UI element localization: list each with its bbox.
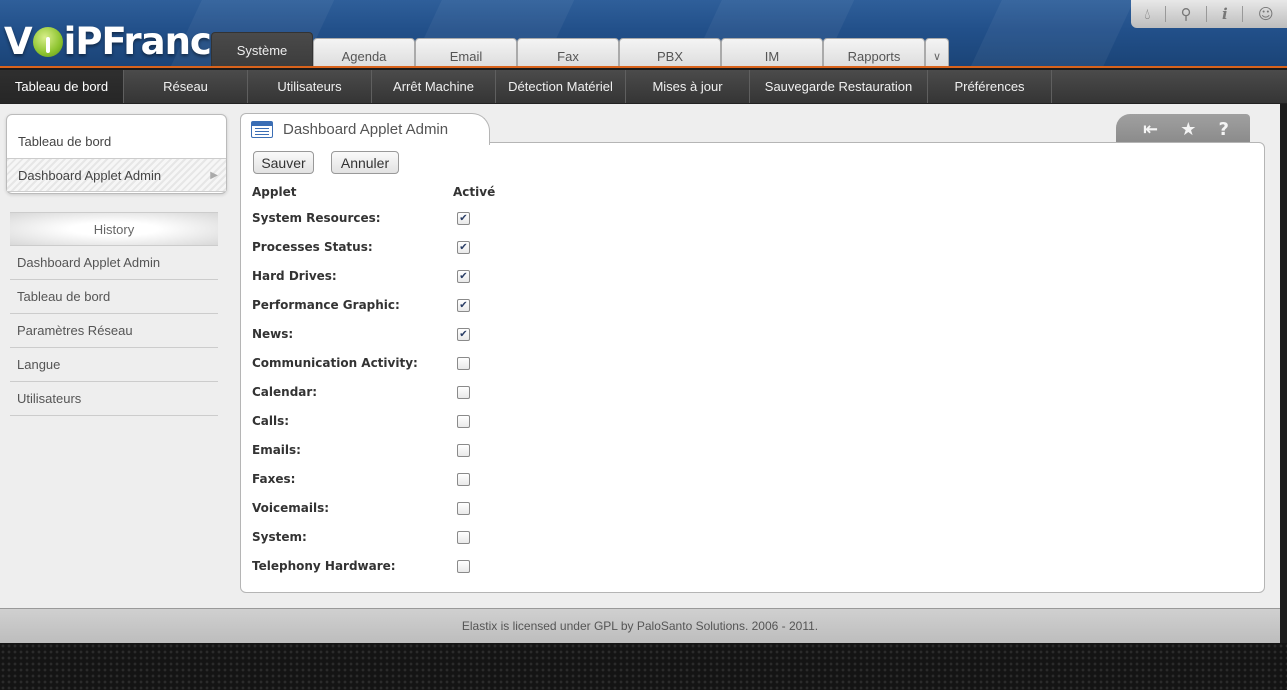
list-icon	[251, 121, 273, 138]
left-menu-item-dashboard-applet-admin[interactable]: Dashboard Applet Admin ▶	[7, 158, 226, 192]
tab-agenda[interactable]: Agenda	[313, 38, 415, 66]
subnav-tableau-de-bord[interactable]: Tableau de bord	[0, 70, 124, 103]
applet-checkbox[interactable]	[457, 386, 470, 399]
module-tabs: Système Agenda Email Fax PBX IM Rapports…	[211, 32, 949, 66]
applet-label: Voicemails:	[252, 501, 330, 515]
history-item[interactable]: Dashboard Applet Admin	[10, 246, 218, 280]
history-item[interactable]: Paramètres Réseau	[10, 314, 218, 348]
applet-checkbox[interactable]: ✔	[457, 241, 470, 254]
applet-checkbox[interactable]: ✔	[457, 212, 470, 225]
help-icon[interactable]: ?	[1218, 119, 1228, 140]
voipfrance-logo[interactable]: ViPFrance	[4, 18, 236, 66]
history-title: History	[10, 212, 218, 246]
subnav-reseau[interactable]: Réseau	[124, 70, 248, 103]
subnav-sauvegarde-restauration[interactable]: Sauvegarde Restauration	[750, 70, 928, 103]
background-pattern	[0, 643, 1287, 690]
star-icon[interactable]: ★	[1180, 119, 1196, 140]
applet-checkbox[interactable]	[457, 357, 470, 370]
tab-rapports[interactable]: Rapports	[823, 38, 925, 66]
subnav-arret-machine[interactable]: Arrêt Machine	[372, 70, 496, 103]
search-icon[interactable]: ⚲	[1181, 5, 1192, 23]
page-edge	[1280, 104, 1287, 643]
tab-systeme[interactable]: Système	[211, 32, 313, 66]
applet-label: Faxes:	[252, 472, 296, 486]
applet-checkbox[interactable]: ✔	[457, 270, 470, 283]
applet-checkbox[interactable]	[457, 415, 470, 428]
applet-checkbox[interactable]	[457, 560, 470, 573]
history-item[interactable]: Langue	[10, 348, 218, 382]
applet-label: Calls:	[252, 414, 290, 428]
column-header-active: Activé	[453, 185, 496, 199]
tab-email[interactable]: Email	[415, 38, 517, 66]
tab-fax[interactable]: Fax	[517, 38, 619, 66]
applet-checkbox[interactable]	[457, 444, 470, 457]
divider	[1242, 6, 1244, 22]
applet-label: Telephony Hardware:	[252, 559, 396, 573]
user-icon[interactable]: ☺	[1258, 5, 1274, 23]
divider	[1206, 6, 1208, 22]
applet-label: Calendar:	[252, 385, 318, 399]
footer: Elastix is licensed under GPL by PaloSan…	[0, 608, 1280, 643]
footer-text: Elastix is licensed under GPL by PaloSan…	[461, 619, 819, 633]
panel-toolbar: ⇤ ★ ?	[1116, 114, 1250, 144]
drop-icon[interactable]: 💧︎	[1144, 5, 1150, 23]
left-menu-item-label: Dashboard Applet Admin	[18, 167, 162, 183]
left-menu: Tableau de bord Dashboard Applet Admin ▶	[6, 114, 227, 194]
applet-checkbox[interactable]	[457, 531, 470, 544]
top-header: ViPFrance 💧︎ ⚲ i ☺ Système Agenda Email …	[0, 0, 1287, 68]
divider	[1165, 6, 1166, 22]
sub-navigation: Tableau de bord Réseau Utilisateurs Arrê…	[0, 70, 1287, 104]
applet-checkbox[interactable]	[457, 502, 470, 515]
applet-label: Processes Status:	[252, 240, 373, 254]
collapse-icon[interactable]: ⇤	[1143, 119, 1158, 140]
applet-label: News:	[252, 327, 294, 341]
tab-pbx[interactable]: PBX	[619, 38, 721, 66]
tree-logo-icon	[32, 27, 63, 57]
panel-tab: Dashboard Applet Admin	[240, 113, 490, 145]
applet-checkbox[interactable]: ✔	[457, 328, 470, 341]
history-list: History Dashboard Applet Admin Tableau d…	[10, 212, 218, 416]
save-button[interactable]: Sauver	[253, 151, 314, 174]
applet-label: System Resources:	[252, 211, 381, 225]
subnav-detection-materiel[interactable]: Détection Matériel	[496, 70, 626, 103]
applet-label: Communication Activity:	[252, 356, 418, 370]
applet-checkbox[interactable]: ✔	[457, 299, 470, 312]
tab-im[interactable]: IM	[721, 38, 823, 66]
applet-label: Hard Drives:	[252, 269, 337, 283]
subnav-utilisateurs[interactable]: Utilisateurs	[248, 70, 372, 103]
subnav-mises-a-jour[interactable]: Mises à jour	[626, 70, 750, 103]
subnav-preferences[interactable]: Préférences	[928, 70, 1052, 103]
applet-label: Emails:	[252, 443, 301, 457]
cancel-button[interactable]: Annuler	[331, 151, 399, 174]
chevron-down-icon[interactable]: ∨	[925, 38, 949, 66]
applet-label: System:	[252, 530, 307, 544]
triangle-right-icon: ▶	[210, 169, 218, 181]
column-header-applet: Applet	[252, 185, 297, 199]
top-toolbar: 💧︎ ⚲ i ☺	[1131, 0, 1287, 28]
page-title: Dashboard Applet Admin	[283, 121, 449, 138]
applet-checkbox[interactable]	[457, 473, 470, 486]
left-menu-item-tableau-de-bord[interactable]: Tableau de bord	[7, 124, 226, 158]
header-decoration	[943, 0, 1137, 66]
history-item[interactable]: Tableau de bord	[10, 280, 218, 314]
info-icon[interactable]: i	[1222, 5, 1228, 23]
history-item[interactable]: Utilisateurs	[10, 382, 218, 416]
applet-label: Performance Graphic:	[252, 298, 400, 312]
